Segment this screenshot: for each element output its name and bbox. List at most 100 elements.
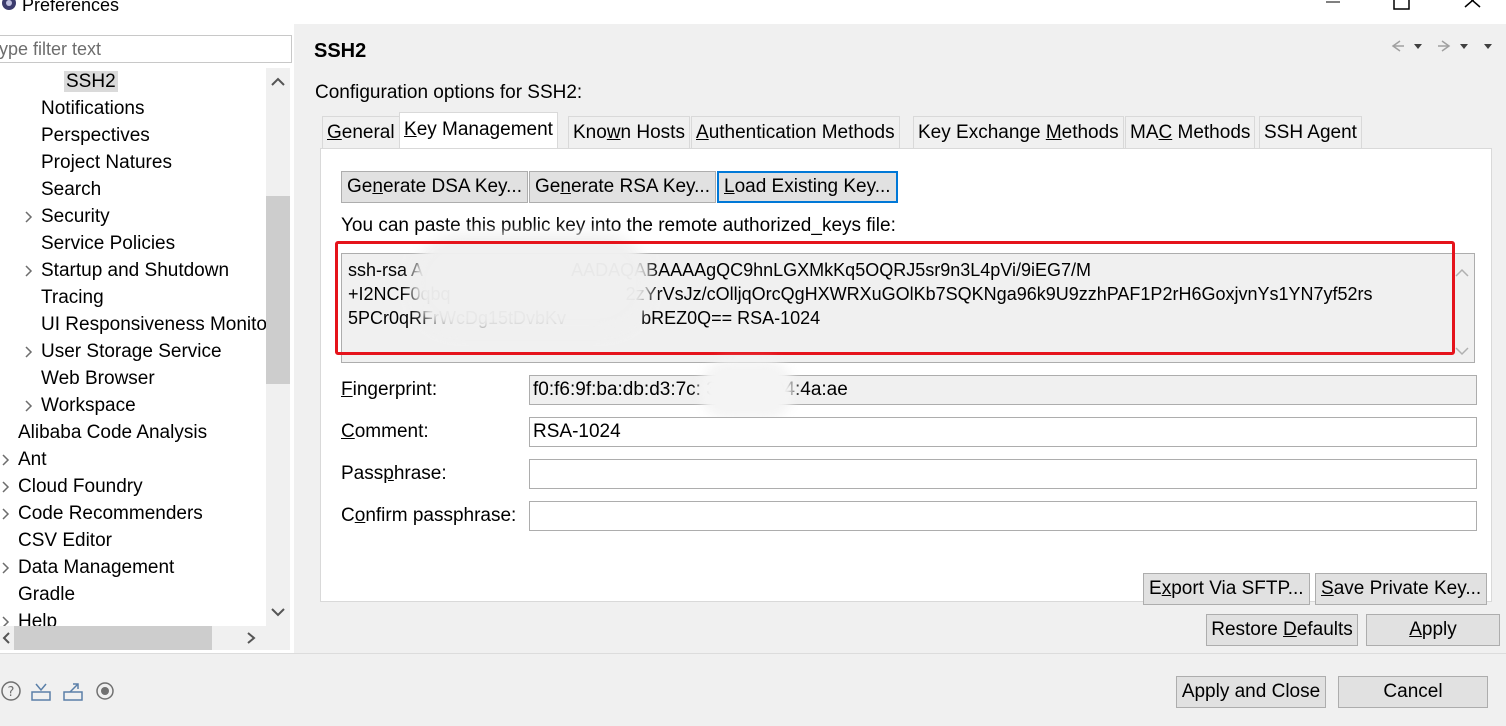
tree-item[interactable]: Notifications [41,95,145,122]
record-icon[interactable] [94,680,116,702]
tree-item-label: Perspectives [41,125,150,146]
forward-icon[interactable] [1438,40,1451,52]
page-description: Configuration options for SSH2: [315,82,583,103]
tree-item[interactable]: Data Management [2,554,174,581]
tree-item[interactable]: CSV Editor [18,527,112,554]
tab-mac-methods[interactable]: MAC Methods [1125,116,1256,148]
tree-item[interactable]: User Storage Service [25,338,222,365]
apply-button[interactable]: Apply [1366,614,1500,646]
tree-item[interactable]: Security [25,203,110,230]
back-icon[interactable] [1391,40,1404,52]
fingerprint-label: Fingerprint: [341,379,438,400]
tree-item-label: Notifications [41,98,145,119]
filter-input[interactable]: ype filter text [0,35,292,63]
footer-divider [0,653,1506,654]
tree-item-label: Search [41,179,102,200]
apply-and-close-button[interactable]: Apply and Close [1176,676,1326,708]
redaction-blur [699,361,795,419]
minimize-button[interactable] [1310,0,1354,18]
tree-hscroll-thumb[interactable] [14,626,212,650]
expand-arrow-icon[interactable] [0,446,14,473]
tree-item[interactable]: Search [41,176,101,203]
close-icon [1464,0,1481,8]
svg-text:?: ? [8,685,15,700]
comment-field[interactable]: RSA-1024 [529,417,1477,447]
expand-arrow-icon[interactable] [21,203,37,230]
tree-item[interactable]: Gradle [18,581,75,608]
back-menu-icon[interactable] [1414,44,1422,49]
export-via-sftp-button[interactable]: Export Via SFTP... [1143,573,1310,605]
maximize-button[interactable] [1380,0,1424,18]
maximize-icon [1393,0,1410,10]
tree-item[interactable]: Code Recommenders [2,500,203,527]
tree-vscroll-thumb[interactable] [266,196,290,384]
tab-authentication-methods[interactable]: Authentication Methods [691,116,900,148]
tree-item[interactable]: Alibaba Code Analysis [18,419,207,446]
confirm-passphrase-field[interactable] [529,501,1477,531]
expand-arrow-icon[interactable] [21,257,37,284]
expand-arrow-icon[interactable] [21,338,37,365]
help-icon[interactable]: ? [0,680,22,702]
tree-vertical-scrollbar[interactable] [266,68,290,650]
tab-ssh-agent[interactable]: SSH Agent [1259,116,1362,148]
export-icon[interactable] [62,680,84,702]
textarea-scrollbar[interactable] [1452,258,1472,358]
tree-item-label: CSV Editor [18,530,112,551]
app-icon [2,0,16,10]
minimize-icon [1326,1,1340,3]
save-private-key-button[interactable]: Save Private Key... [1315,573,1488,605]
forward-menu-icon[interactable] [1460,44,1468,49]
tab-key-management[interactable]: Key Management [399,112,558,149]
expand-arrow-icon[interactable] [0,500,14,527]
tree-item-label: Cloud Foundry [18,476,143,497]
redaction-blur [411,233,651,333]
load-existing-key-button[interactable]: Load Existing Key... [717,171,898,203]
expand-arrow-icon[interactable] [0,554,14,581]
tab-general[interactable]: General [322,116,400,148]
key-management-panel: Generate DSA Key... Generate RSA Key... … [320,148,1492,605]
expand-arrow-icon[interactable] [21,392,37,419]
tree-horizontal-scrollbar[interactable] [0,626,266,650]
page-title: SSH2 [314,40,367,62]
scroll-up-icon[interactable] [266,72,290,92]
tree-item[interactable]: UI Responsiveness Monito [41,311,266,338]
tree-item[interactable]: Perspectives [41,122,150,149]
page-navigation [1391,40,1492,52]
scroll-down-icon[interactable] [266,602,290,622]
tree-item[interactable]: Startup and Shutdown [25,257,229,284]
restore-defaults-button[interactable]: Restore Defaults [1206,614,1358,646]
tree-item[interactable]: Cloud Foundry [2,473,143,500]
view-menu-icon[interactable] [1484,44,1492,49]
scroll-right-icon[interactable] [242,626,262,650]
passphrase-label: Passphrase: [341,463,447,484]
tree-item[interactable]: SSH2 [64,68,118,95]
preference-tree: SSH2 Notifications Perspectives Project Nat… [0,68,266,650]
fingerprint-field[interactable]: f0:f6:9f:ba:db:d3:7c: 3:c8:72:04:4a:ae [529,375,1477,405]
tree-item[interactable]: Project Natures [41,149,172,176]
scroll-left-icon[interactable] [0,626,14,650]
tree-item-label: Project Natures [41,152,172,173]
tree-item[interactable]: Service Policies [41,230,175,257]
tree-item-label: Service Policies [41,233,176,254]
tree-item[interactable]: Web Browser [41,365,155,392]
cancel-button[interactable]: Cancel [1338,676,1488,708]
tree-item-label: Workspace [41,395,136,416]
tree-item-label: Security [41,206,110,227]
tab-key-exchange-methods[interactable]: Key Exchange Methods [913,116,1124,148]
generate-dsa-key-button[interactable]: Generate DSA Key... [341,171,528,203]
tree-item-label: Ant [18,449,47,470]
tree-item[interactable]: Ant [2,446,47,473]
public-key-label: You can paste this public key into the r… [341,215,896,236]
close-button[interactable] [1450,0,1494,18]
tree-item-label: User Storage Service [41,341,222,362]
tree-item-label: UI Responsiveness Monito [41,314,266,335]
tree-item[interactable]: Tracing [41,284,104,311]
import-icon[interactable] [30,680,52,702]
tree-item-label: SSH2 [64,71,118,92]
generate-rsa-key-button[interactable]: Generate RSA Key... [529,171,716,203]
expand-arrow-icon[interactable] [0,473,14,500]
tree-item[interactable]: Workspace [25,392,136,419]
tree-item-label: Code Recommenders [18,503,203,524]
passphrase-field[interactable] [529,459,1477,489]
tab-known-hosts[interactable]: Known Hosts [568,116,690,148]
